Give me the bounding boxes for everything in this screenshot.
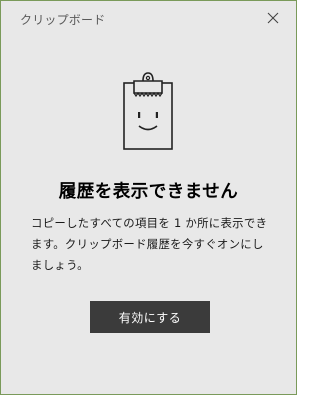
close-button[interactable] — [264, 9, 282, 27]
empty-state-heading: 履歴を表示できません — [58, 182, 239, 202]
clipboard-panel: クリップボード 履歴を表示できません コピーしたすべての項目を 1 か所に表示で… — [0, 0, 297, 395]
clipboard-smiley-icon — [118, 69, 178, 157]
window-title: クリップボード — [20, 13, 106, 27]
empty-state-description: コピーしたすべての項目を 1 か所に表示できます。クリップボード履歴を今すぐオン… — [31, 216, 268, 272]
title-bar: クリップボード — [1, 1, 296, 37]
close-icon — [267, 12, 279, 24]
enable-history-button[interactable]: 有効にする — [90, 301, 210, 333]
